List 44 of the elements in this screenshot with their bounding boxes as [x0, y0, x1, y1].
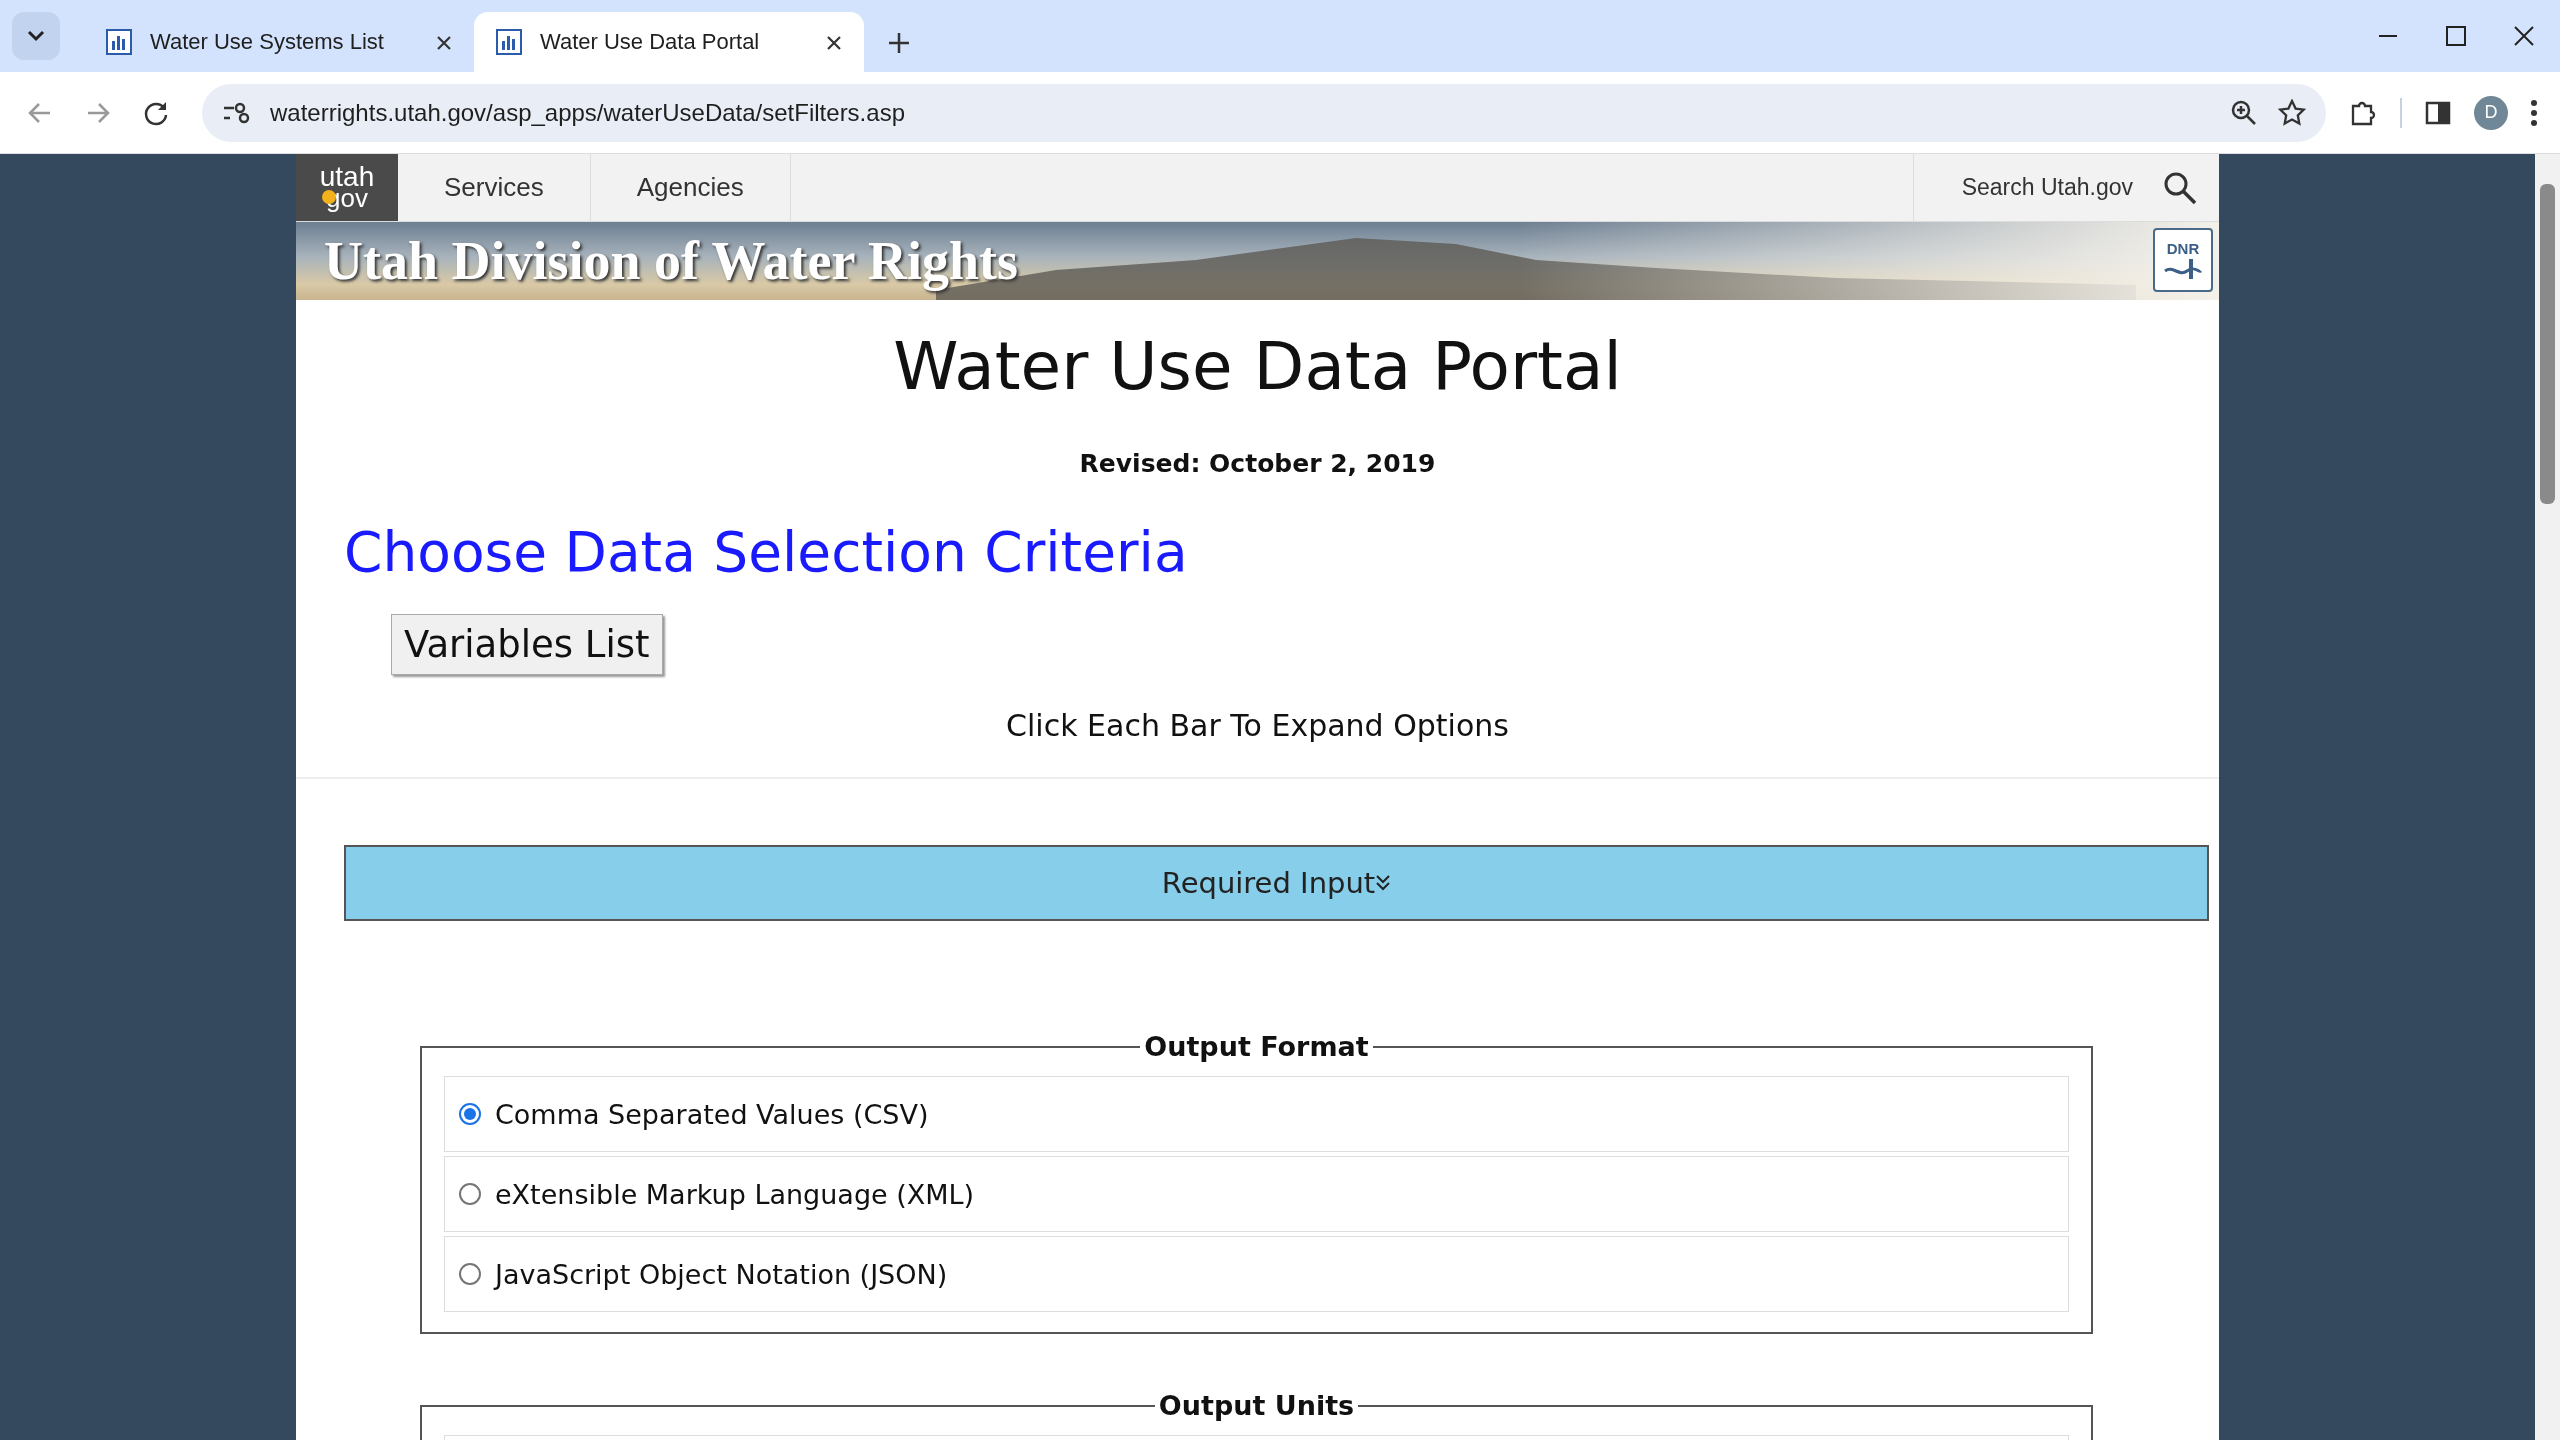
option-label: JavaScript Object Notation (JSON)	[495, 1258, 948, 1290]
chevron-down-icon	[27, 30, 45, 42]
close-icon[interactable]	[2512, 24, 2536, 48]
page-title: Water Use Data Portal	[892, 328, 1623, 405]
close-icon	[826, 34, 842, 51]
nav-link[interactable]: Services	[398, 154, 591, 221]
maximize-icon[interactable]	[2444, 24, 2468, 48]
tab-list-button[interactable]	[12, 12, 60, 60]
option-label: Comma Separated Values (CSV)	[495, 1098, 929, 1130]
zoom-icon[interactable]	[2230, 98, 2258, 127]
radio-button[interactable]	[459, 1183, 481, 1205]
search-icon[interactable]	[2163, 170, 2197, 205]
menu-icon[interactable]	[2530, 98, 2538, 127]
radio-button[interactable]	[459, 1263, 481, 1285]
site-settings-icon[interactable]	[222, 100, 250, 125]
search-field[interactable]: Search Utah.gov	[1912, 154, 2219, 221]
scrollbar-thumb[interactable]	[2540, 184, 2555, 504]
site-favicon-icon	[106, 29, 132, 55]
profile-avatar[interactable]: D	[2474, 95, 2508, 130]
browser-tab[interactable]: Water Use Data Portal	[474, 12, 864, 72]
option-row[interactable]: JavaScript Object Notation (JSON)	[444, 1236, 2069, 1312]
browser-tab[interactable]: Water Use Systems List	[84, 12, 474, 72]
instructions-text: Click Each Bar To Expand Options	[296, 708, 2219, 779]
option-row[interactable]: eXtensible Markup Language (XML)	[444, 1156, 2069, 1232]
plus-icon	[888, 32, 910, 54]
nav-link[interactable]: Agencies	[590, 154, 791, 221]
section-bar[interactable]: Required Input	[344, 845, 2209, 921]
close-icon	[436, 34, 452, 51]
option-label: eXtensible Markup Language (XML)	[495, 1178, 975, 1210]
revised-date: Revised: October 2, 2019	[1078, 449, 1437, 478]
radio-button[interactable]	[459, 1103, 481, 1125]
double-chevron-down-icon	[1375, 874, 1392, 892]
option-row[interactable]: Comma Separated Values (CSV)	[444, 1076, 2069, 1152]
scrollbar[interactable]	[2535, 154, 2560, 1440]
site-favicon-icon	[496, 29, 522, 55]
section-heading: Choose Data Selection Criteria	[344, 520, 1189, 584]
url-text: waterrights.utah.gov/asp_apps/waterUseData/setFilters.asp	[270, 98, 906, 127]
fieldset-legend: Output Units	[1154, 1390, 1359, 1421]
star-icon[interactable]	[2278, 98, 2306, 127]
fieldset-legend: Output Format	[1140, 1031, 1373, 1062]
banner-title: Utah Division of Water Rights	[324, 230, 1019, 292]
address-bar[interactable]: waterrights.utah.gov/asp_apps/waterUseData/setFilters.asp	[202, 83, 2326, 142]
variables-list-button[interactable]: Variables List	[391, 614, 663, 675]
dnr-logo: DNR	[2153, 228, 2213, 292]
